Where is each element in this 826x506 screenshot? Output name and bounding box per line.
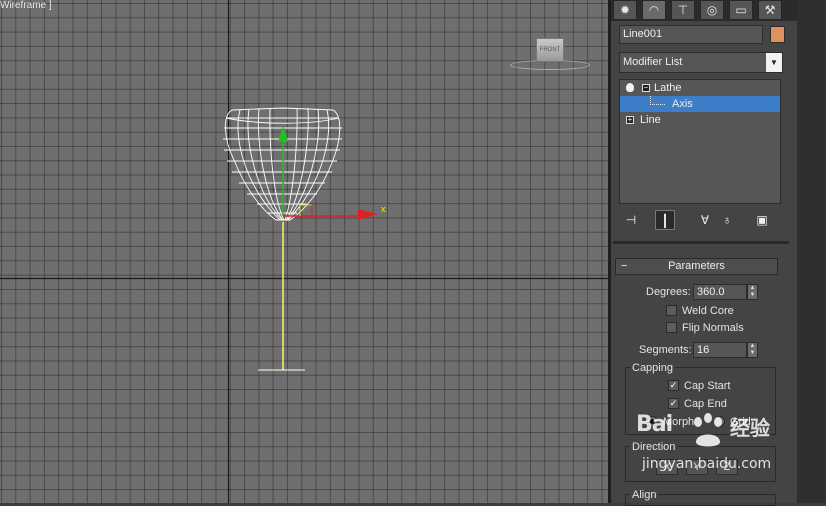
panel-separator <box>613 241 789 244</box>
modifier-list-dropdown[interactable]: Modifier List ▼ <box>619 52 783 73</box>
command-panel-tabs: ✹ ◠ ⊤ ◎ ▭ ⚒ <box>611 0 797 21</box>
flip-normals-label: Flip Normals <box>682 322 744 334</box>
make-unique-icon[interactable]: ∀ <box>695 210 715 230</box>
object-color-swatch[interactable] <box>770 26 785 43</box>
align-group: Align <box>625 489 776 506</box>
viewcube[interactable]: FRONT <box>536 38 564 62</box>
chevron-down-icon[interactable]: ▼ <box>766 53 782 72</box>
parameters-rollout-header[interactable]: − Parameters <box>615 258 778 275</box>
hierarchy-icon: ⊤ <box>677 3 689 17</box>
front-viewport[interactable]: Wireframe ] x FRONT <box>0 0 608 503</box>
motion-icon: ◎ <box>706 3 718 17</box>
paw-icon <box>694 413 722 447</box>
lightbulb-icon[interactable] <box>626 83 634 92</box>
configure-sets-icon[interactable]: ▣ <box>752 210 772 230</box>
remove-modifier-icon[interactable]: ♁ <box>717 210 737 230</box>
stack-item-label: Lathe <box>654 82 682 94</box>
utilities-tab[interactable]: ⚒ <box>758 0 782 20</box>
watermark-url: jingyan.baidu.com <box>642 456 772 472</box>
modify-icon: ◠ <box>648 3 660 17</box>
stack-item-label: Axis <box>672 98 693 110</box>
cap-end-label: Cap End <box>684 398 727 410</box>
show-end-result-icon[interactable]: ┃ <box>655 210 675 230</box>
motion-tab[interactable]: ◎ <box>700 0 724 20</box>
modifier-stack[interactable]: − Lathe Axis + Line <box>619 79 781 204</box>
degrees-spinner-field[interactable]: 360.0 <box>693 284 747 300</box>
panel-scroll-strip[interactable] <box>797 0 826 503</box>
segments-spinner-arrows[interactable]: ▲ ▼ <box>747 342 758 358</box>
viewcube-label: FRONT <box>539 47 561 53</box>
tree-connector <box>650 96 665 105</box>
create-tab[interactable]: ✹ <box>613 0 637 20</box>
stack-item-label: Line <box>640 114 661 126</box>
segments-label: Segments: <box>639 344 692 356</box>
cap-start-label: Cap Start <box>684 380 731 392</box>
watermark-brand-cn: 经验 <box>730 416 770 440</box>
utilities-icon: ⚒ <box>764 3 776 17</box>
modify-tab[interactable]: ◠ <box>642 0 666 20</box>
degrees-label: Degrees: <box>646 286 691 298</box>
baidu-watermark: Bai 经验 jingyan.baidu.com <box>636 412 786 492</box>
rollout-title: Parameters <box>668 260 725 272</box>
hierarchy-tab[interactable]: ⊤ <box>671 0 695 20</box>
cap-start-checkbox[interactable]: ✓ <box>668 380 679 391</box>
collapse-icon[interactable]: − <box>642 84 650 92</box>
stack-item-line[interactable]: + Line <box>620 112 780 128</box>
object-name-field[interactable]: Line001 <box>619 25 763 44</box>
display-tab[interactable]: ▭ <box>729 0 753 20</box>
x-axis-label: x <box>381 204 386 214</box>
create-icon: ✹ <box>619 3 631 17</box>
stack-item-lathe[interactable]: − Lathe <box>620 80 780 96</box>
pin-stack-icon[interactable]: ⊣ <box>621 210 641 230</box>
weld-core-label: Weld Core <box>682 305 734 317</box>
cap-end-checkbox[interactable]: ✓ <box>668 398 679 409</box>
expand-icon[interactable]: + <box>626 116 634 124</box>
stack-toolbar: ⊣ ┃ ∀ ♁ ▣ <box>621 208 786 234</box>
stack-item-axis[interactable]: Axis <box>620 96 780 112</box>
degrees-spinner-arrows[interactable]: ▲ ▼ <box>747 284 758 300</box>
capping-title: Capping <box>630 362 675 374</box>
x-axis-arrow-icon <box>358 209 378 220</box>
weld-core-checkbox[interactable] <box>666 305 677 316</box>
display-icon: ▭ <box>735 3 747 17</box>
modifier-list-label: Modifier List <box>623 56 683 68</box>
viewport-canvas[interactable]: x <box>0 0 608 503</box>
watermark-brand: Bai <box>636 412 673 437</box>
flip-normals-checkbox[interactable] <box>666 322 677 333</box>
collapse-icon: − <box>621 260 628 272</box>
segments-spinner-field[interactable]: 16 <box>693 342 747 358</box>
